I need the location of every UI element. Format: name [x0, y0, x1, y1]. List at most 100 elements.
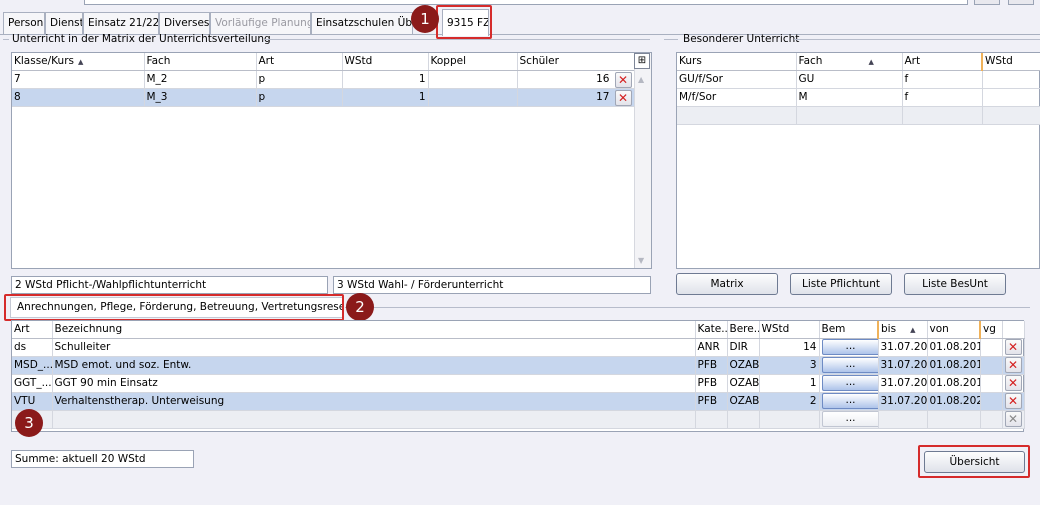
col-header-klasse[interactable]: Klasse/Kurs ▲ — [12, 53, 145, 71]
cell-schueler[interactable]: 17 ✕ — [517, 88, 635, 107]
top-input-field[interactable] — [84, 0, 968, 5]
cell-fach[interactable]: M_2 — [144, 70, 257, 89]
cell-wstd[interactable]: 2 — [759, 392, 820, 411]
top-button-stub[interactable] — [974, 0, 1000, 5]
cell-bereich[interactable]: OZAB — [727, 374, 760, 393]
col-header-vg[interactable]: vg — [980, 321, 1003, 339]
col-header-fach[interactable]: Fach ▲ — [796, 53, 903, 71]
cell-kategorie[interactable]: PFB — [695, 374, 728, 393]
col-header-art[interactable]: Art — [902, 53, 983, 71]
col-header-wstd[interactable]: WStd — [982, 53, 1040, 71]
delete-icon[interactable]: ✕ — [1004, 357, 1022, 373]
matrix-button[interactable]: Matrix — [676, 273, 778, 295]
cell-wstd[interactable] — [982, 70, 1040, 89]
table-row[interactable]: M/f/Sor M f — [677, 88, 1040, 107]
table-row[interactable]: GGT_... GGT 90 min Einsatz PFB OZAB 1 ..… — [12, 374, 1025, 393]
col-header-koppel[interactable]: Koppel — [428, 53, 518, 71]
cell-vg[interactable] — [980, 392, 1003, 411]
vertical-scrollbar[interactable]: ▲ ▼ — [634, 53, 651, 268]
cell-wstd[interactable]: 3 — [759, 356, 820, 375]
tab-dienst[interactable]: Dienst — [45, 12, 83, 34]
cell-wstd[interactable]: 14 — [759, 338, 820, 357]
table-row[interactable]: 7 M_2 p 1 16 ✕ — [12, 70, 635, 89]
cell-art[interactable]: p — [256, 70, 343, 89]
cell-koppel[interactable] — [428, 88, 518, 107]
besonderer-grid[interactable]: Kurs Fach ▲ Art WStd GU/f/Sor GU f M/f/So… — [676, 52, 1040, 269]
matrix-grid[interactable]: Klasse/Kurs ▲ Fach Art WStd Koppel Schüle… — [11, 52, 652, 269]
col-header-art[interactable]: Art — [12, 321, 53, 339]
col-header-bem[interactable]: Bem — [819, 321, 879, 339]
cell-bis[interactable]: 31.07.20... — [878, 374, 928, 393]
cell-kategorie[interactable]: PFB — [695, 356, 728, 375]
delete-icon[interactable]: ✕ — [614, 71, 632, 87]
tab-diverses[interactable]: Diverses — [159, 12, 210, 34]
cell-koppel[interactable] — [428, 70, 518, 89]
cell-art[interactable]: ds — [12, 338, 53, 357]
bem-button[interactable]: ... — [821, 339, 877, 355]
cell-wstd[interactable]: 1 — [342, 70, 429, 89]
table-row-empty[interactable] — [677, 106, 1040, 125]
cell-art[interactable]: MSD_... — [12, 356, 53, 375]
cell-klasse[interactable]: 7 — [12, 70, 145, 89]
cell-vg[interactable] — [980, 356, 1003, 375]
cell-bereich[interactable]: OZAB — [727, 356, 760, 375]
liste-besunt-button[interactable]: Liste BesUnt — [904, 273, 1006, 295]
bem-button[interactable]: ... — [821, 375, 877, 391]
bem-button[interactable]: ... — [821, 357, 877, 373]
col-header-bezeichnung[interactable]: Bezeichnung — [52, 321, 696, 339]
cell-art[interactable]: f — [902, 88, 983, 107]
cell-fach[interactable]: GU — [796, 70, 903, 89]
cell-bis[interactable]: 31.07.20... — [878, 392, 928, 411]
delete-icon[interactable]: ✕ — [1004, 393, 1022, 409]
cell-bis[interactable]: 31.07.20... — [878, 338, 928, 357]
cell-von[interactable]: 01.08.2018 — [927, 374, 981, 393]
cell-vg[interactable] — [980, 374, 1003, 393]
col-header-art[interactable]: Art — [256, 53, 343, 71]
cell-art[interactable]: VTU — [12, 392, 53, 411]
cell-bezeichnung[interactable]: GGT 90 min Einsatz — [52, 374, 696, 393]
table-row[interactable]: VTU Verhaltenstherap. Unterweisung PFB O… — [12, 392, 1025, 411]
cell-bis[interactable]: 31.07.20... — [878, 356, 928, 375]
col-header-wstd[interactable]: WStd — [759, 321, 820, 339]
cell-schueler[interactable]: 16 ✕ — [517, 70, 635, 89]
cell-klasse[interactable]: 8 — [12, 88, 145, 107]
anrechnungen-grid[interactable]: Art Bezeichnung Kate... Bere... WStd Bem… — [11, 320, 1025, 432]
cell-von[interactable]: 01.08.2018 — [927, 356, 981, 375]
col-header-kurs[interactable]: Kurs — [677, 53, 797, 71]
cell-art[interactable]: p — [256, 88, 343, 107]
liste-pflichtunt-button[interactable]: Liste Pflichtunt — [790, 273, 892, 295]
cell-bezeichnung[interactable]: Verhaltenstherap. Unterweisung — [52, 392, 696, 411]
cell-kategorie[interactable]: ANR — [695, 338, 728, 357]
cell-bezeichnung[interactable]: MSD emot. und soz. Entw. — [52, 356, 696, 375]
col-header-kategorie[interactable]: Kate... — [695, 321, 728, 339]
cell-art[interactable]: GGT_... — [12, 374, 53, 393]
top-button-stub[interactable] — [1008, 0, 1034, 5]
col-header-wstd[interactable]: WStd — [342, 53, 429, 71]
col-header-schueler[interactable]: Schüler — [517, 53, 635, 71]
bem-button[interactable]: ... — [821, 411, 877, 427]
cell-kurs[interactable]: M/f/Sor — [677, 88, 797, 107]
col-header-bereich[interactable]: Bere... — [727, 321, 760, 339]
cell-bereich[interactable]: DIR — [727, 338, 760, 357]
cell-kurs[interactable]: GU/f/Sor — [677, 70, 797, 89]
delete-icon[interactable]: ✕ — [614, 89, 632, 105]
table-row[interactable]: MSD_... MSD emot. und soz. Entw. PFB OZA… — [12, 356, 1025, 375]
scroll-up-icon[interactable]: ▲ — [638, 75, 644, 84]
cell-art[interactable]: f — [902, 70, 983, 89]
table-row[interactable]: GU/f/Sor GU f — [677, 70, 1040, 89]
tab-person[interactable]: Person — [3, 12, 45, 34]
cell-fach[interactable]: M_3 — [144, 88, 257, 107]
cell-bezeichnung[interactable]: Schulleiter — [52, 338, 696, 357]
delete-icon[interactable]: ✕ — [1004, 375, 1022, 391]
column-chooser-icon[interactable]: ⊞ — [634, 53, 650, 69]
col-header-bis[interactable]: bis ▲ — [878, 321, 928, 339]
cell-wstd[interactable] — [982, 88, 1040, 107]
delete-icon[interactable]: ✕ — [1004, 339, 1022, 355]
cell-kategorie[interactable]: PFB — [695, 392, 728, 411]
bem-button[interactable]: ... — [821, 393, 877, 409]
cell-bereich[interactable]: OZAB — [727, 392, 760, 411]
tab-einsatzschulen[interactable]: Einsatzschulen Über — [311, 12, 413, 34]
tab-einsatz[interactable]: Einsatz 21/22 — [83, 12, 159, 34]
cell-von[interactable]: 01.08.2018 — [927, 338, 981, 357]
table-row[interactable]: ds Schulleiter ANR DIR 14 ... 31.07.20..… — [12, 338, 1025, 357]
